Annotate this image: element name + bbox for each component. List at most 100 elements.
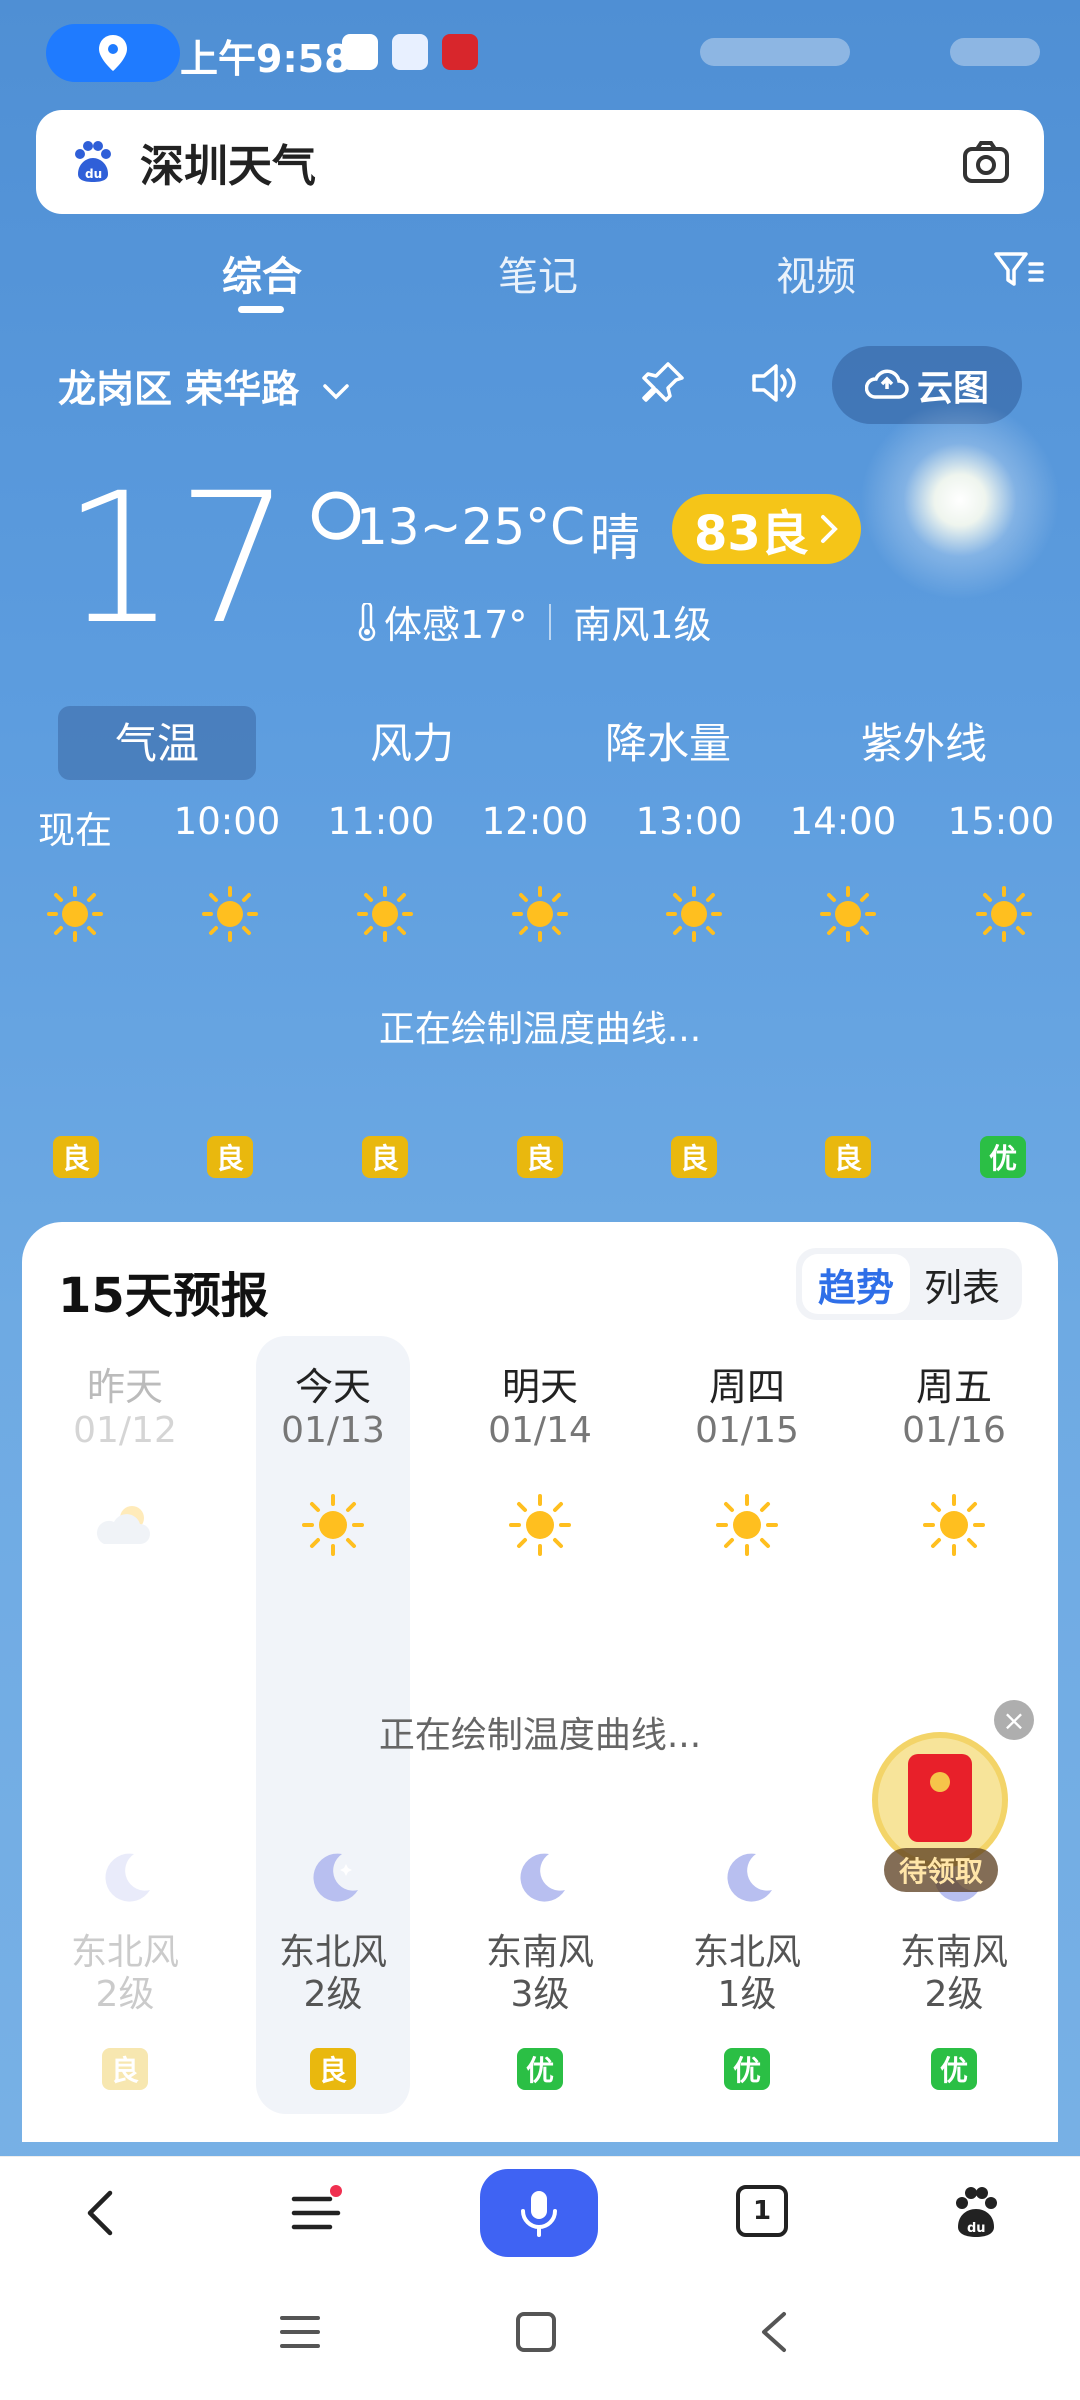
voice-search-button[interactable] [480,2169,598,2257]
moon-icon [520,1853,565,1902]
hour-label: 12:00 [481,800,589,843]
segment-temperature[interactable]: 气温 [58,710,256,771]
hour-label: 现在 [38,809,112,852]
camera-icon[interactable] [962,140,1010,184]
recent-apps-icon[interactable] [278,2312,322,2352]
baidu-paw-icon: du [75,141,111,182]
status-bar: 上午9:58 [0,0,1080,100]
hourly-aq-badge: 良 [825,1136,871,1178]
sun-icon [666,886,722,942]
tab-indicator [238,306,284,313]
wind-now: 南风1级 [573,603,712,647]
wind-level: 2级 [924,1974,984,2015]
partly-cloudy-icon [96,1506,150,1544]
day-wind: 东北风 2级 [243,1932,423,2016]
pin-icon[interactable] [638,358,688,408]
tab-video[interactable]: 视频 [776,244,856,302]
microphone-icon [521,2191,557,2237]
hourly-aq-badge: 良 [671,1136,717,1178]
day-date: 01/15 [695,1410,799,1451]
day-aq-badge: 良 [310,2048,356,2090]
sun-icon [47,886,103,942]
menu-icon[interactable] [288,2185,344,2241]
day-aq-badge: 良 [102,2048,148,2090]
day-date: 01/13 [281,1410,385,1451]
hourly-aq-badge: 优 [980,1136,1026,1178]
forecast-title: 15天预报 [58,1268,269,1324]
tab-notes[interactable]: 笔记 [498,244,578,302]
sun-icon [512,886,568,942]
day-date: 01/14 [488,1410,592,1451]
wind-level: 1级 [717,1974,777,2015]
search-query[interactable]: 深圳天气 [140,130,316,194]
weather-screen: 上午9:58 du 深圳天气 综合 笔记 视频 龙岗区 荣华路 云图 17° 1… [0,0,1080,2400]
hourly-loading-text: 正在绘制温度曲线... [378,1009,702,1050]
day-aq-badge: 优 [931,2048,977,2090]
system-back-icon[interactable] [756,2310,790,2354]
home-icon[interactable] [514,2310,558,2354]
hour-label: 13:00 [635,800,743,843]
moon-icon [313,1853,358,1902]
hourly-aq-badge: 良 [362,1136,408,1178]
red-envelope-icon [908,1754,972,1842]
day-name: 昨天 [86,1365,163,1409]
day-date: 01/12 [73,1410,177,1451]
weather-condition: 晴 [590,509,640,567]
location-text: 龙岗区 荣华路 [58,367,300,411]
current-temperature: 17° [62,455,382,664]
sun-icon [357,886,413,942]
segment-precipitation[interactable]: 降水量 [568,710,768,771]
sun-icon [820,886,876,942]
day-name: 周五 [915,1365,992,1409]
divider [549,603,552,640]
sun-icon [716,1494,778,1556]
bottom-navigation: 1 du [0,2156,1080,2268]
aqi-badge[interactable]: 83良 [672,494,861,564]
view-toggle: 趋势 列表 [796,1248,1022,1320]
red-packet-close-button[interactable]: × [994,1700,1034,1740]
sun-glow-decoration [860,400,1060,600]
day-wind: 东北风 1级 [657,1932,837,2016]
segment-uv[interactable]: 紫外线 [824,710,1024,771]
sun-icon [923,1494,985,1556]
hourly-aq-badge: 良 [207,1136,253,1178]
location-pill[interactable] [46,24,180,82]
wind-level: 2级 [303,1974,363,2015]
thermometer-icon [358,602,376,641]
day-wind: 东南风 2级 [864,1932,1044,2016]
hour-label: 11:00 [327,800,435,843]
tab-overall[interactable]: 综合 [222,244,302,302]
status-icons-blurred [700,38,850,66]
sun-icon [202,886,258,942]
moon-icon [727,1853,772,1902]
chevron-right-icon [820,515,838,543]
baidu-home-icon[interactable]: du [948,2185,1004,2241]
location-pin-icon [99,35,127,71]
battery-icon [950,38,1040,66]
baidu-app-icon [342,34,378,70]
chevron-down-icon [323,383,350,399]
day-name: 周四 [708,1365,785,1409]
hour-label: 15:00 [947,800,1055,843]
day-aq-badge: 优 [517,2048,563,2090]
status-time: 上午9:58 [180,37,351,81]
back-icon[interactable] [74,2185,130,2241]
forecast-card: 15天预报 趋势 列表 昨天 今天 明天 周四 周五 01/12 01/13 0… [22,1222,1058,2142]
speaker-icon[interactable] [748,358,798,408]
feels-like-row: 体感17° 南风1级 [356,594,712,649]
location-selector[interactable]: 龙岗区 荣华路 [58,358,350,413]
wind-direction: 东北风 [70,1932,179,1973]
sun-icon [302,1494,364,1556]
wind-direction: 东北风 [692,1932,801,1973]
search-bar[interactable]: du 深圳天气 [36,110,1044,214]
tab-counter[interactable]: 1 [736,2185,788,2237]
filter-icon[interactable] [994,250,1044,290]
sun-icon [976,886,1032,942]
wind-direction: 东南风 [485,1932,594,1973]
system-navigation [0,2268,1080,2400]
svg-text:du: du [967,2221,986,2236]
segment-wind[interactable]: 风力 [312,710,512,771]
toggle-trend[interactable]: 趋势 [802,1254,910,1314]
toggle-list[interactable]: 列表 [910,1254,1014,1314]
day-wind: 东北风 2级 [35,1932,215,2016]
